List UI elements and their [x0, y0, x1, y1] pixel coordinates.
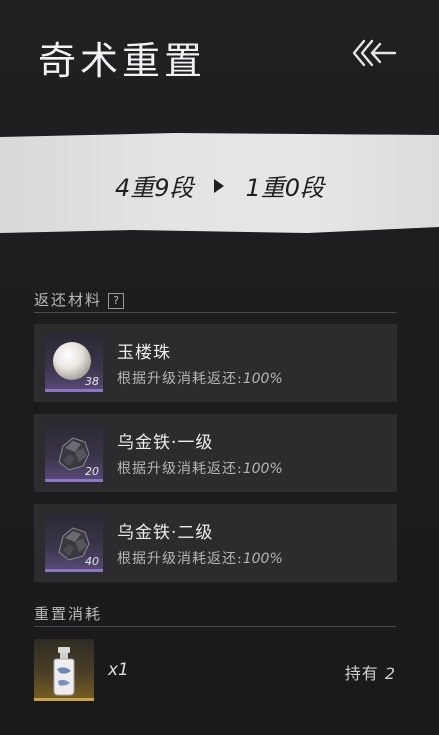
item-count: 38	[85, 375, 99, 388]
returns-label-text: 返还材料	[34, 291, 103, 309]
back-button[interactable]	[350, 36, 398, 70]
item-count: 20	[85, 465, 99, 478]
item-desc: 根据升级消耗返还:100%	[117, 461, 283, 477]
level-from: 4重9段	[114, 174, 194, 202]
level-change: 4重9段 1重0段	[0, 168, 439, 203]
returns-section-label: 返还材料?	[34, 289, 125, 310]
list-item[interactable]: 38 玉楼珠 根据升级消耗返还:100%	[34, 324, 397, 402]
item-name: 玉楼珠	[117, 343, 171, 363]
list-item[interactable]: 20 乌金铁·一级 根据升级消耗返还:100%	[34, 414, 397, 492]
page-title: 奇术重置	[38, 39, 207, 83]
item-desc: 根据升级消耗返还:100%	[117, 551, 283, 567]
item-name: 乌金铁·一级	[117, 433, 214, 453]
item-name: 乌金铁·二级	[117, 523, 214, 543]
bottle-icon	[53, 647, 75, 696]
back-arrow-icon	[352, 39, 397, 67]
cost-quantity: x1	[108, 660, 129, 680]
item-desc: 根据升级消耗返还:100%	[117, 371, 283, 387]
level-to: 1重0段	[245, 174, 325, 202]
list-item[interactable]: 40 乌金铁·二级 根据升级消耗返还:100%	[34, 504, 397, 582]
play-arrow-icon	[213, 178, 224, 193]
item-thumb: 38	[45, 334, 103, 392]
item-thumb: 40	[45, 514, 103, 572]
item-count: 40	[85, 555, 99, 568]
section-divider	[34, 626, 396, 627]
held-count: 持有 2	[344, 664, 396, 683]
help-button[interactable]: ?	[108, 293, 125, 309]
cost-item-thumb[interactable]	[34, 639, 94, 701]
item-thumb: 20	[45, 424, 103, 482]
section-divider	[34, 312, 396, 313]
cost-section-label: 重置消耗	[34, 605, 103, 623]
